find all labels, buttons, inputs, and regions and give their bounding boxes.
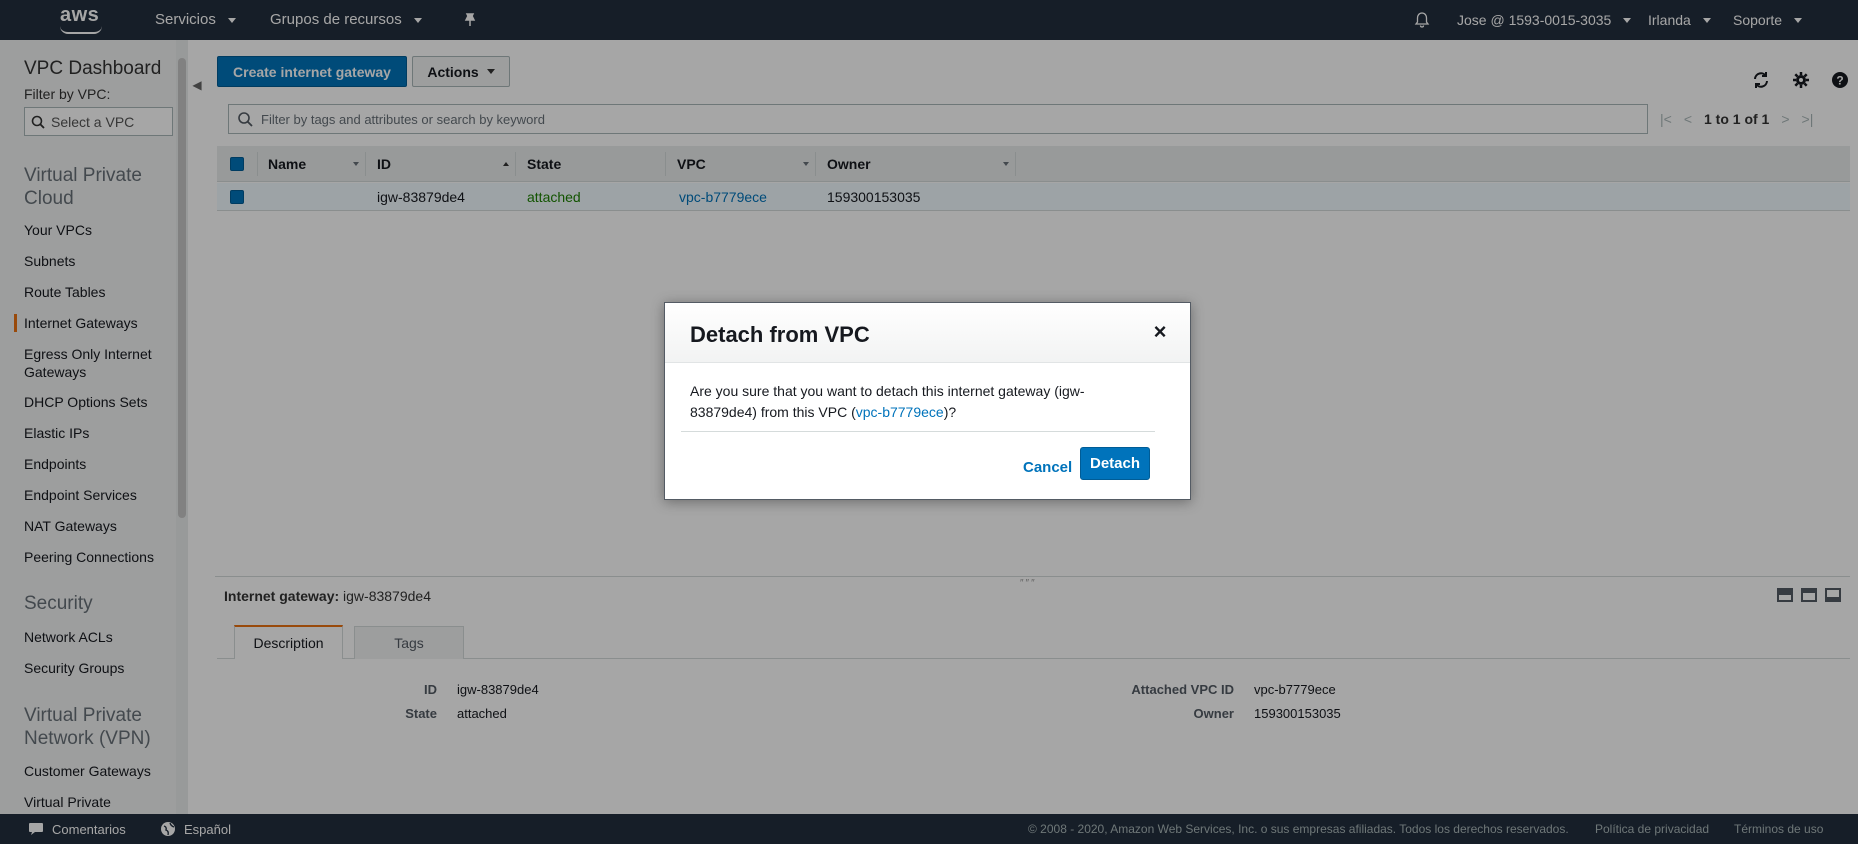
dialog-message-end: )? — [943, 404, 957, 420]
close-icon[interactable]: × — [1149, 319, 1171, 345]
detach-button[interactable]: Detach — [1080, 447, 1150, 480]
dialog-title: Detach from VPC — [690, 322, 870, 347]
detach-dialog: Detach from VPC × Are you sure that you … — [664, 302, 1191, 500]
cancel-button[interactable]: Cancel — [1023, 459, 1072, 476]
dialog-message: Are you sure that you want to detach thi… — [690, 381, 1110, 423]
dialog-header: Detach from VPC × — [665, 303, 1190, 363]
dialog-divider — [681, 431, 1155, 432]
dialog-vpc-link[interactable]: vpc-b7779ece — [856, 404, 944, 420]
